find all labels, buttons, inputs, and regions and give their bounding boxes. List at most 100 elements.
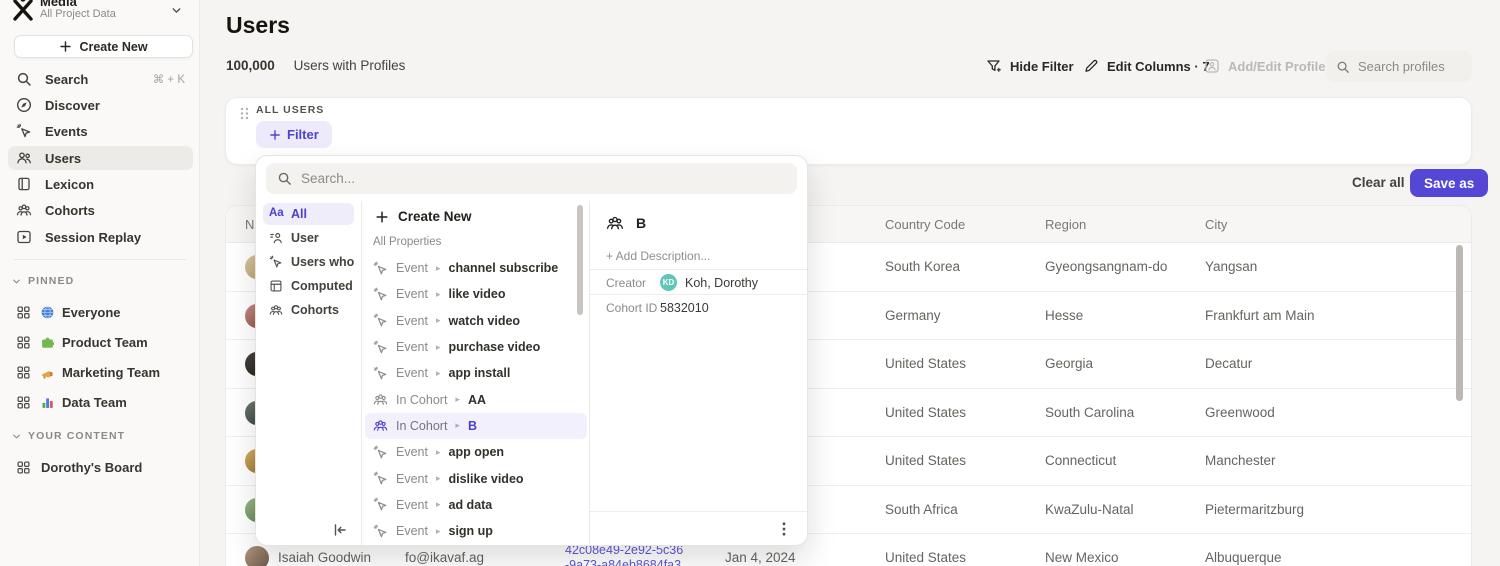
- filter-group-label: ALL USERS: [256, 104, 324, 116]
- cell-country: United States: [885, 389, 966, 438]
- creator-name: Koh, Dorothy: [685, 276, 758, 290]
- keyboard-shortcut: ⌘ + K: [153, 72, 185, 86]
- picker-create-new-button[interactable]: Create New: [375, 209, 472, 224]
- cohorts-icon: [16, 202, 32, 218]
- picker-item-event-app-open[interactable]: Event▸app open: [365, 439, 587, 465]
- add-description-button[interactable]: + Add Description...: [606, 249, 710, 263]
- chevron-down-icon[interactable]: [170, 4, 183, 17]
- sidebar-board-everyone[interactable]: Everyone: [8, 300, 193, 325]
- hide-filter-label: Hide Filter: [1010, 59, 1074, 74]
- picker-scrollbar[interactable]: [577, 205, 583, 315]
- drag-handle-icon[interactable]: [239, 106, 250, 121]
- event-icon: [373, 261, 388, 276]
- search-icon: [277, 171, 292, 186]
- clear-all-button[interactable]: Clear all: [1352, 175, 1405, 190]
- sidebar-item-users[interactable]: Users: [8, 146, 193, 170]
- sidebar-board-data-team[interactable]: Data Team: [8, 390, 193, 415]
- picker-item-event-watch-video[interactable]: Event▸watch video: [365, 308, 587, 334]
- cohort-id-row: Cohort ID 5832010: [606, 296, 797, 319]
- category-user[interactable]: User: [263, 227, 354, 249]
- table-scrollbar[interactable]: [1456, 245, 1463, 401]
- picker-search-input[interactable]: [301, 171, 786, 186]
- sidebar-item-label: Session Replay: [45, 230, 141, 245]
- create-new-button[interactable]: Create New: [14, 35, 193, 58]
- create-new-label: Create New: [79, 40, 147, 54]
- picker-search-box[interactable]: [266, 163, 797, 194]
- edit-columns-button[interactable]: Edit Columns · 7: [1083, 58, 1210, 74]
- caret-right-icon: ▸: [455, 394, 460, 405]
- search-profiles-box[interactable]: [1326, 51, 1472, 82]
- sidebar-item-label: Users: [45, 151, 81, 166]
- more-options-icon[interactable]: [775, 520, 793, 538]
- sidebar-item-label: Discover: [45, 98, 100, 113]
- caret-right-icon: ▸: [436, 315, 441, 326]
- event-icon: [373, 340, 388, 355]
- sidebar-item-search[interactable]: Search ⌘ + K: [8, 67, 193, 91]
- category-label: User: [291, 231, 319, 245]
- event-icon: [373, 497, 388, 512]
- cell-distinct-id[interactable]: 42c08e49-2e92-5c36-9a73-a84eb8684fa3: [565, 543, 687, 566]
- pinned-section-label: PINNED: [28, 275, 74, 287]
- megaphone-icon: [41, 366, 55, 379]
- picker-item-event-ad-data[interactable]: Event▸ad data: [365, 492, 587, 518]
- cell-city: Pietermaritzburg: [1205, 486, 1304, 535]
- computed-icon: [269, 279, 283, 293]
- picker-item-event-sign-up[interactable]: Event▸sign up: [365, 518, 587, 544]
- picker-item-cohort-aa[interactable]: In Cohort▸AA: [365, 386, 587, 412]
- picker-item-list: Event▸channel subscribe Event▸like video…: [365, 255, 587, 544]
- column-header-country-code[interactable]: Country Code: [885, 206, 965, 243]
- column-header-region[interactable]: Region: [1045, 206, 1086, 243]
- sidebar-item-cohorts[interactable]: Cohorts: [8, 198, 193, 222]
- sidebar-item-discover[interactable]: Discover: [8, 93, 193, 117]
- pinned-section-header[interactable]: PINNED: [12, 275, 74, 287]
- add-edit-profile-button[interactable]: Add/Edit Profile: [1204, 58, 1326, 74]
- picker-item-event-app-install[interactable]: Event▸app install: [365, 360, 587, 386]
- creator-label: Creator: [606, 276, 660, 290]
- your-content-section-header[interactable]: YOUR CONTENT: [12, 430, 125, 442]
- cell-city: Albuquerque: [1205, 534, 1282, 566]
- column-header-city[interactable]: City: [1205, 206, 1227, 243]
- sidebar-item-lexicon[interactable]: Lexicon: [8, 172, 193, 196]
- cell-region: Gyeongsangnam-do: [1045, 243, 1167, 292]
- detail-divider: [590, 269, 807, 270]
- funnel-icon: [986, 58, 1002, 74]
- category-computed[interactable]: Computed: [263, 275, 354, 297]
- cell-city: Frankfurt am Main: [1205, 292, 1315, 341]
- picker-item-event-like-video[interactable]: Event▸like video: [365, 281, 587, 307]
- puzzle-icon: [41, 336, 55, 349]
- picker-category-column: Aa All User Users who di... Computed Coh…: [256, 201, 361, 545]
- event-icon: [373, 524, 388, 539]
- filter-property-picker: Aa All User Users who di... Computed Coh…: [255, 155, 808, 546]
- event-icon: [373, 366, 388, 381]
- picker-item-cohort-b[interactable]: In Cohort▸B: [365, 413, 587, 439]
- collapse-panel-icon[interactable]: [332, 522, 350, 540]
- search-profiles-input[interactable]: [1358, 59, 1462, 74]
- detail-divider: [590, 294, 807, 295]
- edit-columns-label: Edit Columns · 7: [1107, 59, 1210, 74]
- category-users-who-did[interactable]: Users who di...: [263, 251, 354, 273]
- cohorts-icon: [269, 303, 283, 317]
- sidebar-item-events[interactable]: Events: [8, 119, 193, 143]
- sidebar-item-label: Search: [45, 72, 88, 87]
- detail-footer-divider: [590, 511, 807, 512]
- cell-city: Yangsan: [1205, 243, 1257, 292]
- sidebar-item-session-replay[interactable]: Session Replay: [8, 225, 193, 249]
- cohort-title: B: [636, 215, 646, 231]
- sidebar: Media All Project Data Create New Search…: [0, 0, 200, 566]
- category-cohorts[interactable]: Cohorts: [263, 299, 354, 321]
- hide-filter-button[interactable]: Hide Filter: [986, 58, 1074, 74]
- cell-region: South Carolina: [1045, 389, 1134, 438]
- cell-city: Decatur: [1205, 340, 1252, 389]
- caret-right-icon: ▸: [455, 420, 460, 431]
- board-label: Marketing Team: [62, 365, 160, 380]
- picker-item-event-channel-subscribe[interactable]: Event▸channel subscribe: [365, 255, 587, 281]
- picker-item-event-purchase-video[interactable]: Event▸purchase video: [365, 334, 587, 360]
- sidebar-board-product-team[interactable]: Product Team: [8, 330, 193, 355]
- category-all[interactable]: Aa All: [263, 203, 354, 225]
- save-as-button[interactable]: Save as: [1410, 169, 1488, 197]
- avatar: [245, 546, 269, 566]
- sidebar-board-dorothys-board[interactable]: Dorothy's Board: [8, 455, 193, 480]
- add-filter-button[interactable]: Filter: [256, 121, 332, 148]
- sidebar-board-marketing-team[interactable]: Marketing Team: [8, 360, 193, 385]
- picker-item-event-dislike-video[interactable]: Event▸dislike video: [365, 465, 587, 491]
